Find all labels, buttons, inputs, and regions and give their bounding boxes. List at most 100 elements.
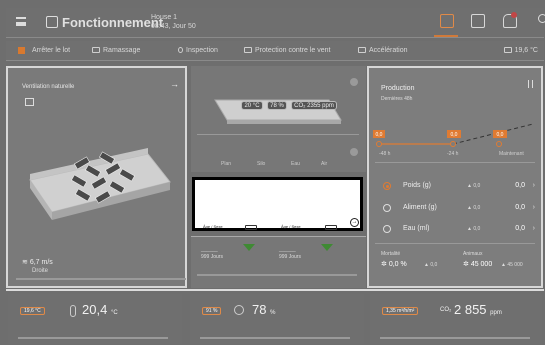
document-icon[interactable] bbox=[471, 14, 485, 28]
house-illustration bbox=[214, 99, 342, 124]
chevron-right-icon: › bbox=[532, 204, 535, 211]
marker-1: 0,0 bbox=[376, 132, 383, 138]
menu-icon[interactable] bbox=[16, 17, 26, 26]
animals-label: Animaux bbox=[463, 251, 483, 257]
house-overview-panel[interactable]: 20 °C 78 % CO₂ 2355 ppm Plan Silo Eau Ai… bbox=[191, 66, 366, 172]
house-view-icon[interactable] bbox=[440, 14, 454, 28]
top-bar: Fonctionnement House 1 08:43, Jour 50 bbox=[6, 8, 545, 38]
search-icon[interactable] bbox=[538, 14, 545, 23]
stop-batch-button[interactable]: Arrêter le lot bbox=[32, 47, 70, 54]
notification-badge bbox=[511, 12, 517, 18]
humidity-unit: % bbox=[270, 310, 276, 316]
outside-temperature: 19,6 °C bbox=[503, 47, 538, 54]
age-sex-label-left: Âge / Sexe bbox=[203, 224, 223, 229]
row-eau-label: Eau (ml) bbox=[403, 225, 430, 232]
more-icon[interactable] bbox=[528, 80, 533, 88]
humidity-card[interactable]: 91 % 78 % bbox=[190, 294, 364, 344]
inspection-label: Inspection bbox=[186, 47, 218, 54]
birds-panel[interactable]: ______ 999 Jours ______ 999 Jours bbox=[191, 236, 366, 288]
age-box-right bbox=[325, 225, 337, 230]
row-eau-change: ▲ 0,0 bbox=[467, 226, 481, 232]
co2-value: 2 855 ppm bbox=[454, 302, 502, 317]
humidity-number: 78 bbox=[252, 302, 267, 317]
temperature-card[interactable]: 19,6 °C 20,4 °C bbox=[8, 294, 182, 344]
inspection-button[interactable]: Inspection bbox=[178, 47, 218, 54]
wind-icon bbox=[244, 47, 252, 53]
co2-label: CO₂ bbox=[440, 307, 452, 313]
co2-number: 2 855 bbox=[454, 302, 487, 317]
pin-icon bbox=[178, 47, 183, 53]
bird-left-line1: ______ bbox=[201, 247, 218, 253]
ventilation-label: Ventilation naturelle bbox=[22, 84, 75, 90]
tab-plan[interactable]: Plan bbox=[221, 161, 231, 167]
action-toolbar: Arrêter le lot Ramassage Inspection Prot… bbox=[6, 41, 544, 61]
ramassage-button[interactable]: Ramassage bbox=[92, 47, 140, 54]
co2-card[interactable]: 1,35 m³/h/m² CO₂ 2 855 ppm bbox=[370, 294, 542, 344]
divider bbox=[200, 337, 350, 339]
temperature-unit: °C bbox=[110, 310, 118, 316]
acceleration-button[interactable]: Accélération bbox=[358, 47, 408, 54]
bird-right-line1: ______ bbox=[279, 247, 296, 253]
droplets-icon bbox=[234, 305, 244, 315]
tab-eau[interactable]: Eau bbox=[291, 161, 300, 167]
axis-label-48h: -48 h bbox=[379, 151, 391, 157]
production-panel[interactable]: Production Dernières 48h 0,0 0,0 0,0 -48… bbox=[367, 66, 543, 288]
wind-direction: Droite bbox=[32, 268, 49, 274]
acceleration-label: Accélération bbox=[369, 47, 408, 54]
axis-label-24h: -24 h bbox=[447, 151, 459, 157]
bird-group-right: ______ 999 Jours bbox=[279, 247, 301, 261]
ventilation-panel[interactable]: Ventilation naturelle → ≋ 6,7 m/s Droite bbox=[6, 66, 187, 288]
co2-pill: CO₂ 2355 ppm bbox=[291, 101, 337, 110]
radio-eau[interactable] bbox=[383, 225, 391, 233]
home-icon[interactable] bbox=[46, 16, 58, 28]
wind-icon: ≋ bbox=[22, 259, 30, 266]
row-poids-label: Poids (g) bbox=[403, 182, 432, 189]
arrow-right-icon[interactable] bbox=[350, 78, 358, 86]
marker-2: 0,0 bbox=[451, 132, 458, 138]
production-subtitle: Dernières 48h bbox=[381, 96, 413, 102]
age-box-left bbox=[245, 225, 257, 230]
divider bbox=[375, 162, 535, 163]
arrow-right-icon-2[interactable] bbox=[350, 148, 358, 156]
house-3d-illustration bbox=[29, 148, 171, 220]
age-sex-label-right: Âge / Sexe bbox=[281, 224, 301, 229]
temperature-number: 20,4 bbox=[82, 302, 108, 317]
row-poids[interactable]: Poids (g) ▲ 0,0 0,0 › bbox=[381, 180, 537, 193]
bird-right-age: 999 Jours bbox=[279, 254, 301, 260]
vent-icon bbox=[25, 98, 34, 106]
production-chart: 0,0 0,0 0,0 bbox=[373, 123, 534, 147]
highlighted-card[interactable]: Âge / Sexe Âge / Sexe → bbox=[192, 177, 363, 231]
tab-air[interactable]: Air bbox=[321, 161, 327, 167]
arrow-right-icon[interactable]: → bbox=[170, 79, 179, 89]
humidity-tag: 91 % bbox=[202, 307, 222, 315]
row-eau-value: 0,0 bbox=[515, 225, 525, 232]
axis-label-now: Maintenant bbox=[499, 151, 524, 157]
chevron-right-icon: › bbox=[532, 225, 535, 232]
acceleration-icon bbox=[358, 47, 366, 53]
animals-value-text: 45 000 bbox=[470, 261, 493, 268]
arrow-right-icon[interactable]: → bbox=[350, 218, 359, 227]
row-aliment[interactable]: Aliment (g) ▲ 0,0 0,0 › bbox=[381, 202, 537, 215]
chevron-right-icon: › bbox=[532, 182, 535, 189]
divider bbox=[6, 289, 544, 291]
thermometer-icon bbox=[70, 305, 76, 317]
divider bbox=[197, 274, 357, 276]
radio-aliment[interactable] bbox=[383, 204, 391, 212]
humidity-pill: 78 % bbox=[267, 101, 287, 110]
female-icon bbox=[243, 244, 255, 251]
tab-silo[interactable]: Silo bbox=[257, 161, 265, 167]
temp-pill: 20 °C bbox=[241, 101, 263, 110]
mortality-change: ▲ 0,0 bbox=[424, 262, 438, 268]
skull-icon: ✲ bbox=[381, 261, 389, 268]
humidity-value: 78 % bbox=[252, 302, 275, 317]
scroll-indicator bbox=[16, 278, 186, 280]
wind-protection-button[interactable]: Protection contre le vent bbox=[244, 47, 331, 54]
row-aliment-value: 0,0 bbox=[515, 204, 525, 211]
row-eau[interactable]: Eau (ml) ▲ 0,0 0,0 › bbox=[381, 223, 537, 236]
radio-poids[interactable] bbox=[383, 182, 391, 190]
divider bbox=[18, 337, 168, 339]
mortality-value: ✲ 0,0 % bbox=[381, 260, 407, 268]
ramassage-label: Ramassage bbox=[103, 47, 141, 54]
bird-group-left: ______ 999 Jours bbox=[201, 247, 223, 261]
page-title: Fonctionnement bbox=[62, 15, 164, 30]
